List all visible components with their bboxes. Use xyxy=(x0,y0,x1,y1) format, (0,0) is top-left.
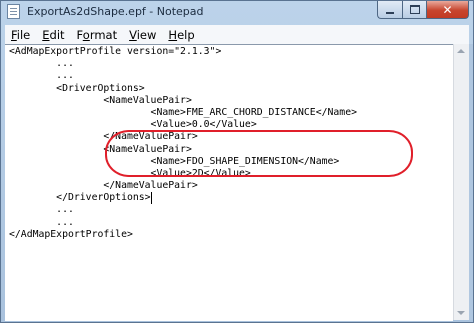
minimize-icon xyxy=(386,11,394,14)
editor-line: </DriverOptions> xyxy=(9,192,152,205)
text-editor[interactable]: <AdMapExportProfile version="2.1.3"> ...… xyxy=(5,44,453,321)
editor-line: </AdMapExportProfile> xyxy=(9,228,133,240)
editor-line: <Name>FME_ARC_CHORD_DISTANCE</Name> xyxy=(9,106,357,118)
menu-view[interactable]: View xyxy=(123,28,162,42)
window-title: ExportAs2dShape.epf - Notepad xyxy=(27,5,204,18)
title-bar[interactable]: ExportAs2dShape.epf - Notepad ✕ xyxy=(1,1,473,23)
close-icon: ✕ xyxy=(442,2,453,17)
editor-line: <NameValuePair> xyxy=(9,94,192,106)
editor-line: ... xyxy=(9,58,74,70)
menu-edit[interactable]: Edit xyxy=(36,28,70,42)
editor-line: <DriverOptions> xyxy=(9,82,145,94)
scroll-down-icon[interactable] xyxy=(457,311,465,315)
editor-line: <AdMapExportProfile version="2.1.3"> xyxy=(9,46,222,57)
editor-line: ... xyxy=(9,204,74,216)
window-controls: ✕ xyxy=(377,1,469,20)
menu-file[interactable]: File xyxy=(5,28,36,42)
text-caret xyxy=(150,192,152,205)
menu-help[interactable]: Help xyxy=(162,28,200,42)
notepad-icon xyxy=(7,4,20,19)
close-button[interactable]: ✕ xyxy=(426,1,469,19)
editor-line: ... xyxy=(9,70,74,82)
notepad-window: ExportAs2dShape.epf - Notepad ✕ File Edi… xyxy=(0,0,474,323)
minimize-button[interactable] xyxy=(377,1,402,19)
vertical-scrollbar[interactable] xyxy=(453,44,469,320)
maximize-button[interactable] xyxy=(402,1,426,19)
menu-bar: File Edit Format View Help xyxy=(5,25,469,45)
menu-format[interactable]: Format xyxy=(71,28,124,42)
editor-line: ... xyxy=(9,216,74,228)
highlight-annotation xyxy=(105,130,413,177)
editor-line: </NameValuePair> xyxy=(9,180,198,192)
window-frame xyxy=(469,44,473,320)
scroll-up-icon[interactable] xyxy=(457,49,465,53)
maximize-icon xyxy=(409,5,420,14)
